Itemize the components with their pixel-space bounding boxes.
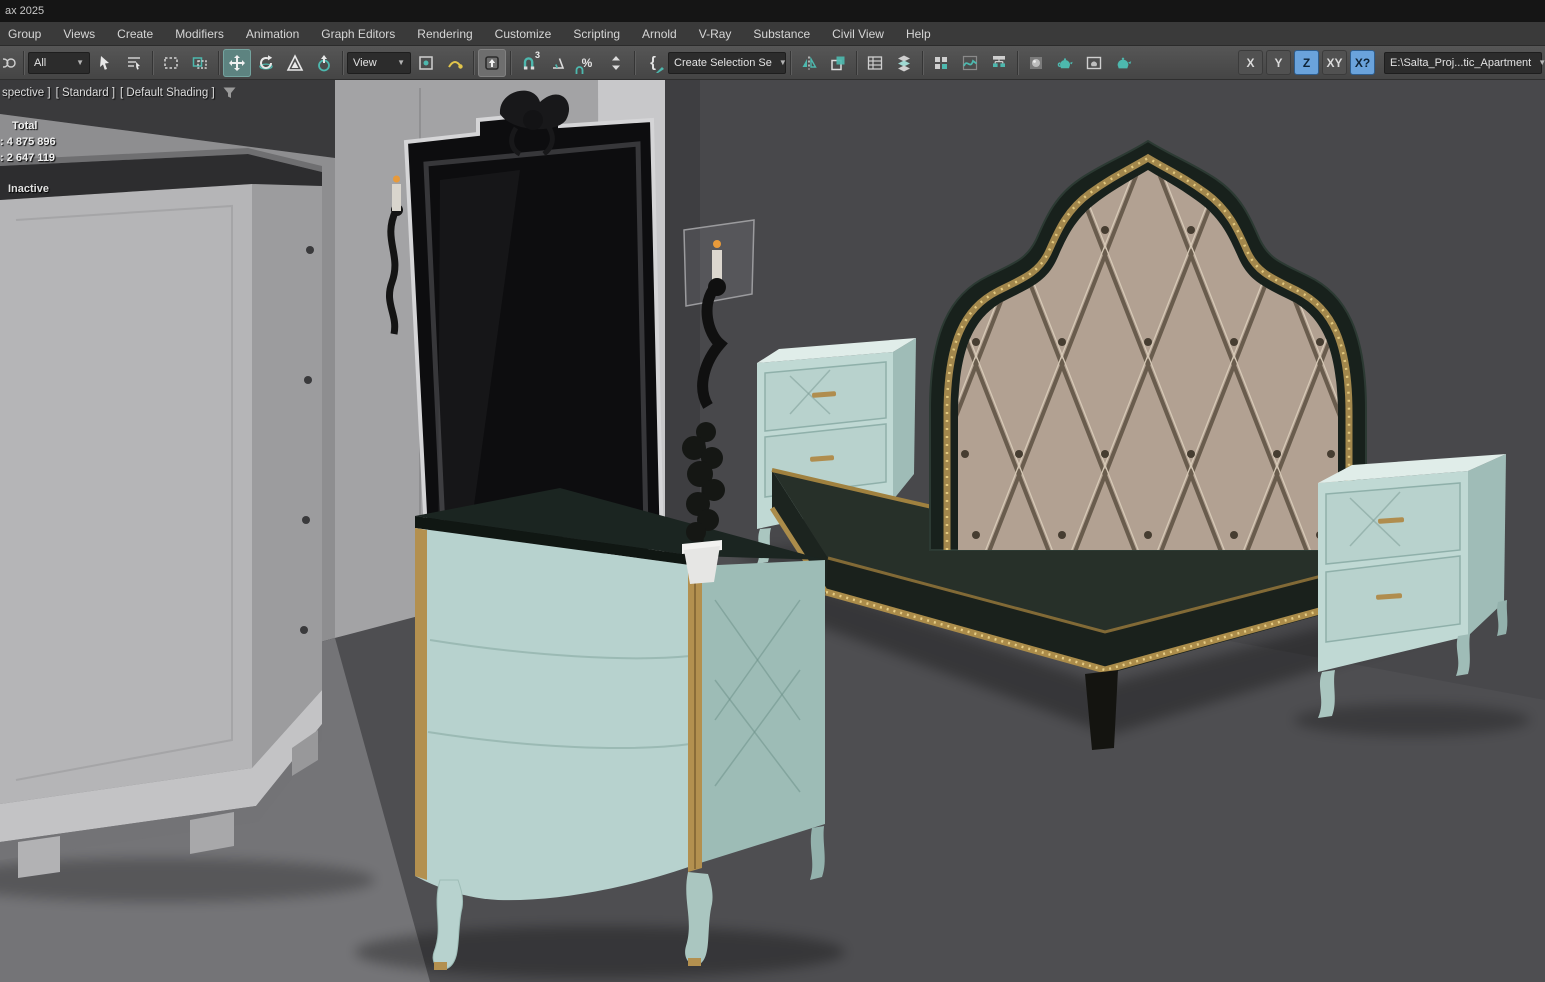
toolbar-separator: [342, 51, 343, 75]
toolbar-separator: [473, 51, 474, 75]
window-crossing-icon[interactable]: [186, 49, 214, 77]
select-and-move-icon[interactable]: [223, 49, 251, 77]
link-constraint-icon[interactable]: [3, 49, 19, 77]
layer-explorer-icon[interactable]: [890, 49, 918, 77]
viewport-renderer-label[interactable]: [ Standard ]: [56, 87, 115, 99]
use-pivot-point-center-icon[interactable]: [412, 49, 440, 77]
toolbar-separator: [634, 51, 635, 75]
select-by-name-icon[interactable]: [120, 49, 148, 77]
reference-coordinate-dropdown[interactable]: View▼: [347, 52, 411, 74]
window-titlebar: ax 2025: [0, 0, 1545, 22]
axis-y-button[interactable]: Y: [1266, 50, 1291, 75]
chevron-down-icon: ▼: [1538, 58, 1545, 67]
render-setup-icon[interactable]: [1051, 49, 1079, 77]
viewport-canvas[interactable]: [0, 80, 1545, 982]
stats-total-label: Total: [0, 118, 56, 134]
viewport-filter-icon[interactable]: [223, 87, 236, 99]
curve-editor-icon[interactable]: [956, 49, 984, 77]
viewport-statistics: Total : 4 875 896 : 2 647 119 Inactive: [0, 118, 56, 197]
axis-xy-button[interactable]: XY: [1322, 50, 1347, 75]
project-path-text: E:\Salta_Proj...tic_Apartment: [1390, 57, 1531, 69]
chevron-down-icon: ▼: [779, 58, 787, 67]
menu-item-group[interactable]: Group: [0, 22, 52, 45]
menu-item-customize[interactable]: Customize: [484, 22, 563, 45]
stats-count-a: : 4 875 896: [0, 134, 56, 150]
schematic-view-icon[interactable]: [985, 49, 1013, 77]
chevron-down-icon: ▼: [76, 58, 84, 67]
toolbar-separator: [218, 51, 219, 75]
menu-item-civil-view[interactable]: Civil View: [821, 22, 895, 45]
menu-item-scripting[interactable]: Scripting: [562, 22, 631, 45]
menu-item-rendering[interactable]: Rendering: [406, 22, 483, 45]
toolbar-separator: [922, 51, 923, 75]
viewport[interactable]: spective ] [ Standard ] [ Default Shadin…: [0, 80, 1545, 982]
selection-filter-dropdown[interactable]: All▼: [28, 52, 90, 74]
menu-item-animation[interactable]: Animation: [235, 22, 310, 45]
stats-count-b: : 2 647 119: [0, 150, 56, 166]
angle-snap-icon[interactable]: [544, 49, 572, 77]
axis-xq-button[interactable]: X?: [1350, 50, 1375, 75]
ribbon-icon[interactable]: [927, 49, 955, 77]
chevron-down-icon: ▼: [397, 58, 405, 67]
toolbar-separator: [856, 51, 857, 75]
axis-z-button[interactable]: Z: [1294, 50, 1319, 75]
snaps-toggle-icon[interactable]: 3: [515, 49, 543, 77]
viewport-label: spective ] [ Standard ] [ Default Shadin…: [2, 87, 236, 99]
axis-constraint-group: X Y Z XY X?: [1238, 50, 1375, 75]
edit-named-selection-sets-icon[interactable]: {: [639, 49, 667, 77]
menu-item-modifiers[interactable]: Modifiers: [164, 22, 235, 45]
main-toolbar: All▼: [0, 46, 1545, 80]
window-title: ax 2025: [5, 5, 44, 17]
axis-x-button[interactable]: X: [1238, 50, 1263, 75]
viewport-shading-label[interactable]: [ Default Shading ]: [120, 87, 215, 99]
render-production-icon[interactable]: [1109, 49, 1137, 77]
menu-item-views[interactable]: Views: [52, 22, 106, 45]
rectangular-selection-region-icon[interactable]: [157, 49, 185, 77]
toolbar-separator: [510, 51, 511, 75]
select-and-place-icon[interactable]: [310, 49, 338, 77]
select-and-manipulate-icon[interactable]: [441, 49, 469, 77]
spinner-snap-icon[interactable]: [602, 49, 630, 77]
mirror-icon[interactable]: [795, 49, 823, 77]
menu-item-graph-editors[interactable]: Graph Editors: [310, 22, 406, 45]
percent-snap-icon[interactable]: %: [573, 49, 601, 77]
menu-bar: GroupViewsCreateModifiersAnimationGraph …: [0, 22, 1545, 46]
keyboard-shortcut-override-icon[interactable]: [478, 49, 506, 77]
stats-inactive-label: Inactive: [0, 181, 56, 197]
select-and-rotate-icon[interactable]: [252, 49, 280, 77]
menu-item-arnold[interactable]: Arnold: [631, 22, 688, 45]
menu-item-help[interactable]: Help: [895, 22, 942, 45]
select-and-scale-icon[interactable]: [281, 49, 309, 77]
select-object-icon[interactable]: [91, 49, 119, 77]
scene-explorer-icon[interactable]: [861, 49, 889, 77]
rendered-frame-window-icon[interactable]: [1080, 49, 1108, 77]
align-icon[interactable]: [824, 49, 852, 77]
material-editor-icon[interactable]: [1022, 49, 1050, 77]
project-folder-dropdown[interactable]: E:\Salta_Proj...tic_Apartment ▼: [1384, 52, 1542, 74]
menu-item-substance[interactable]: Substance: [742, 22, 821, 45]
toolbar-separator: [1017, 51, 1018, 75]
named-selection-sets-dropdown[interactable]: Create Selection Se▼: [668, 52, 786, 74]
viewport-pov-label[interactable]: spective ]: [2, 87, 51, 99]
snap-mode-label: 3: [535, 50, 540, 60]
menu-item-create[interactable]: Create: [106, 22, 164, 45]
toolbar-separator: [790, 51, 791, 75]
menu-item-v-ray[interactable]: V-Ray: [688, 22, 743, 45]
toolbar-separator: [23, 51, 24, 75]
toolbar-separator: [152, 51, 153, 75]
